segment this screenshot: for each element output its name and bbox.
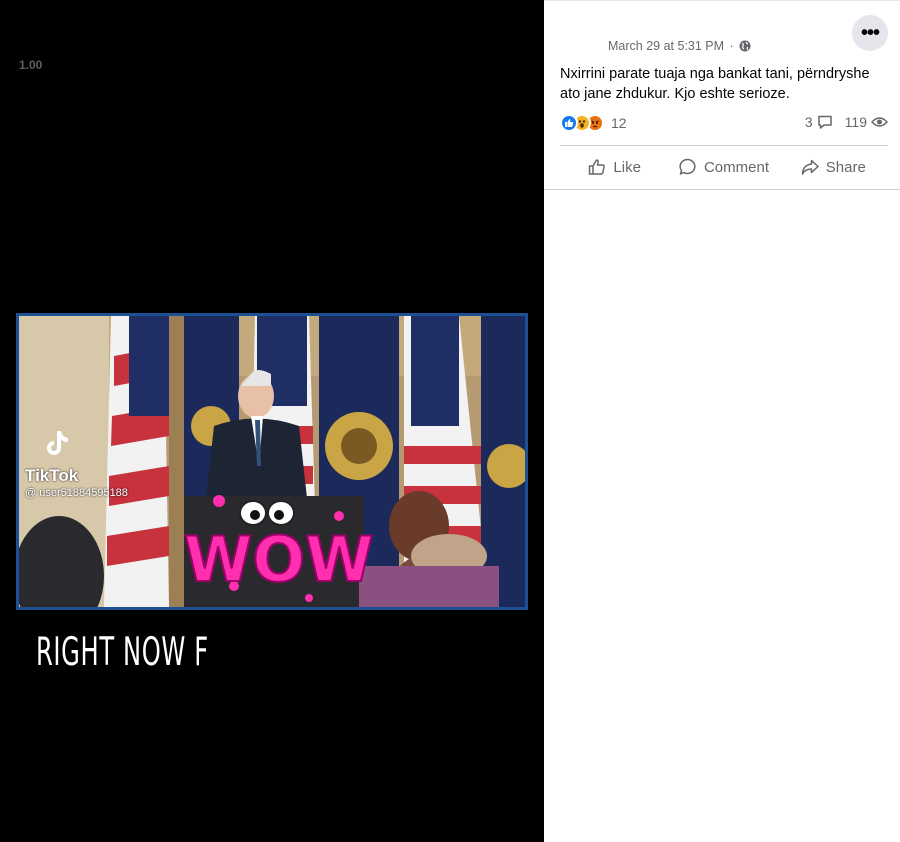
top-border (544, 0, 900, 1)
comment-icon (679, 158, 696, 175)
playback-speed-label[interactable]: 1.00 (19, 58, 42, 72)
tiktok-watermark-user: @ user51884595188 (25, 487, 128, 499)
share-button[interactable]: Share (779, 148, 888, 186)
eye-icon (871, 117, 888, 127)
views-count: 119 (844, 114, 867, 130)
post-panel: March 29 at 5:31 PM · ••• Nxirrini parat… (544, 0, 900, 842)
video-scene: WOW (19, 316, 525, 607)
meta-separator: · (729, 39, 734, 53)
reactions-count: 12 (611, 115, 627, 131)
share-button-label: Share (825, 158, 866, 176)
post-text: Nxirrini parate tuaja nga bankat tani, p… (560, 66, 870, 102)
video-frame[interactable]: WOW TikTok @ user51884595188 (16, 313, 528, 610)
comments-count: 3 (804, 114, 813, 130)
video-caption: RIGHT NOW F (36, 630, 209, 675)
comment-bubble-icon (817, 115, 832, 129)
tiktok-logo-icon (47, 431, 68, 455)
actions-divider (560, 145, 888, 146)
like-reaction-icon (560, 114, 578, 132)
comment-button-label: Comment (703, 158, 769, 176)
like-button[interactable]: Like (560, 148, 669, 186)
tiktok-watermark-brand: TikTok (25, 466, 79, 485)
like-button-label: Like (613, 158, 641, 176)
post-timestamp[interactable]: March 29 at 5:31 PM (608, 39, 724, 53)
flag-far-right (481, 316, 525, 607)
reactions-summary[interactable]: 12 (560, 112, 627, 134)
engagement-stats: 3 119 (805, 114, 888, 130)
bottom-divider (544, 189, 900, 190)
video-player[interactable]: 1.00 WOW TikTok @ user51884595188 RIGHT … (0, 0, 544, 842)
more-options-button[interactable]: ••• (852, 15, 888, 51)
post-meta: March 29 at 5:31 PM · (608, 39, 751, 53)
globe-icon (739, 40, 751, 52)
share-arrow-icon (801, 159, 819, 175)
flag-left (104, 316, 169, 607)
wow-sticker-text: WOW (184, 523, 373, 596)
comments-stat[interactable]: 3 (805, 114, 833, 130)
thumbs-up-icon (589, 159, 606, 175)
comment-button[interactable]: Comment (669, 148, 778, 186)
views-stat: 119 (845, 114, 888, 130)
post-actions: Like Comment Share (560, 148, 888, 186)
